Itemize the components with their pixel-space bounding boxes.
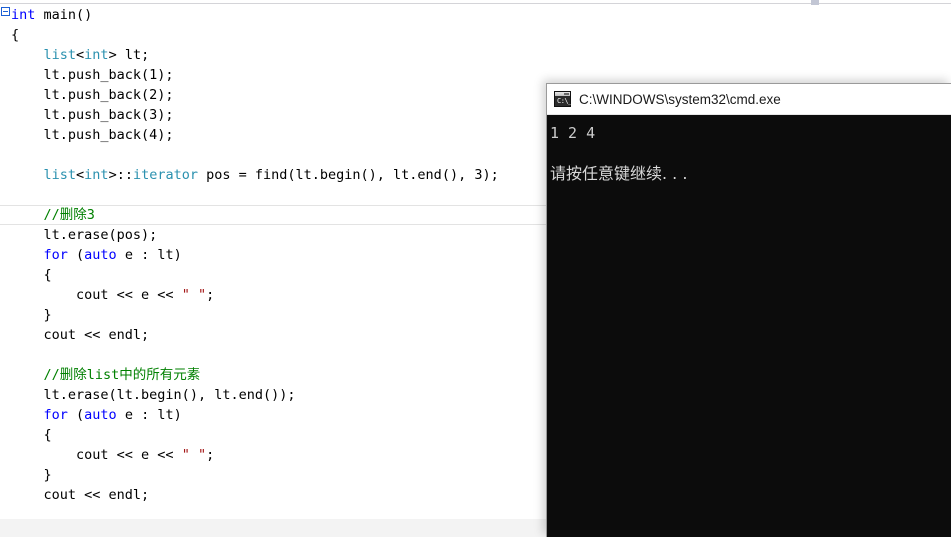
code-token-kw: for — [43, 247, 68, 263]
code-token-type: list — [43, 167, 77, 183]
code-token-pln: cout << endl; — [43, 327, 150, 343]
cmd-output-line: 1 2 4 — [550, 124, 596, 142]
code-token-pln: lt.push_back(2); — [43, 87, 174, 103]
cmd-output[interactable]: 1 2 4 请按任意键继续. . . — [547, 115, 951, 537]
code-token-pln: ; — [206, 447, 215, 463]
code-token-kw: int — [11, 7, 36, 23]
cmd-icon-titlebar — [555, 92, 570, 96]
code-token-type: int — [84, 167, 109, 183]
code-token-pln: lt.push_back(3); — [43, 107, 174, 123]
cmd-window-title: C:\WINDOWS\system32\cmd.exe — [579, 91, 781, 107]
code-token-pln: lt.erase(lt.begin(), lt.end()); — [43, 387, 296, 403]
code-token-type: list — [43, 47, 77, 63]
code-line[interactable]: int main() — [0, 5, 951, 25]
divider-right — [819, 3, 951, 4]
code-token-pln: { — [43, 267, 52, 283]
code-token-pln: e : lt) — [116, 407, 182, 423]
code-token-type: iterator — [132, 167, 198, 183]
code-token-pln: cout << endl; — [43, 487, 150, 503]
code-token-pln: } — [43, 307, 52, 323]
cmd-titlebar[interactable]: C:\_ C:\WINDOWS\system32\cmd.exe — [547, 84, 951, 115]
code-token-pln: { — [43, 427, 52, 443]
code-token-pln: { — [11, 27, 20, 43]
code-token-pln: cout << e << — [76, 447, 182, 463]
code-token-kw: auto — [84, 247, 117, 263]
code-token-pln: lt.push_back(4); — [43, 127, 174, 143]
screen: int main(){ list<int> lt; lt.push_back(1… — [0, 0, 951, 537]
divider-left — [0, 3, 811, 4]
code-token-pln: > lt; — [108, 47, 150, 63]
code-token-pln: cout << e << — [76, 287, 182, 303]
code-token-pln: ; — [206, 287, 215, 303]
code-token-kw: auto — [84, 407, 117, 423]
code-token-pln: } — [43, 467, 52, 483]
code-token-pln: >:: — [108, 167, 133, 183]
code-token-pln: main() — [35, 7, 93, 23]
code-token-com: //删除3 — [43, 207, 95, 223]
cmd-output-line — [550, 145, 951, 162]
code-token-pln: pos = find(lt.begin(), lt.end(), 3); — [197, 167, 499, 183]
code-token-pln: lt.erase(pos); — [43, 227, 158, 243]
code-token-pln: ( — [67, 407, 85, 423]
code-token-pln: < — [76, 167, 85, 183]
code-token-kw: for — [43, 407, 68, 423]
code-token-pln: lt.push_back(1); — [43, 67, 174, 83]
cmd-console-window[interactable]: C:\_ C:\WINDOWS\system32\cmd.exe 1 2 4 请… — [546, 83, 951, 537]
code-token-type: int — [84, 47, 109, 63]
code-line[interactable]: lt.push_back(1); — [0, 65, 951, 85]
cmd-icon-prompt: C:\_ — [557, 97, 572, 105]
code-token-com: //删除list中的所有元素 — [43, 367, 201, 383]
code-token-str: " " — [181, 447, 207, 463]
code-token-str: " " — [181, 287, 207, 303]
code-line[interactable]: { — [0, 25, 951, 45]
cmd-icon: C:\_ — [554, 91, 572, 107]
code-token-pln: e : lt) — [116, 247, 182, 263]
code-line[interactable]: list<int> lt; — [0, 45, 951, 65]
cmd-output-line: 请按任意键继续. . . — [550, 164, 688, 183]
code-token-pln: ( — [67, 247, 85, 263]
code-token-pln: < — [76, 47, 85, 63]
